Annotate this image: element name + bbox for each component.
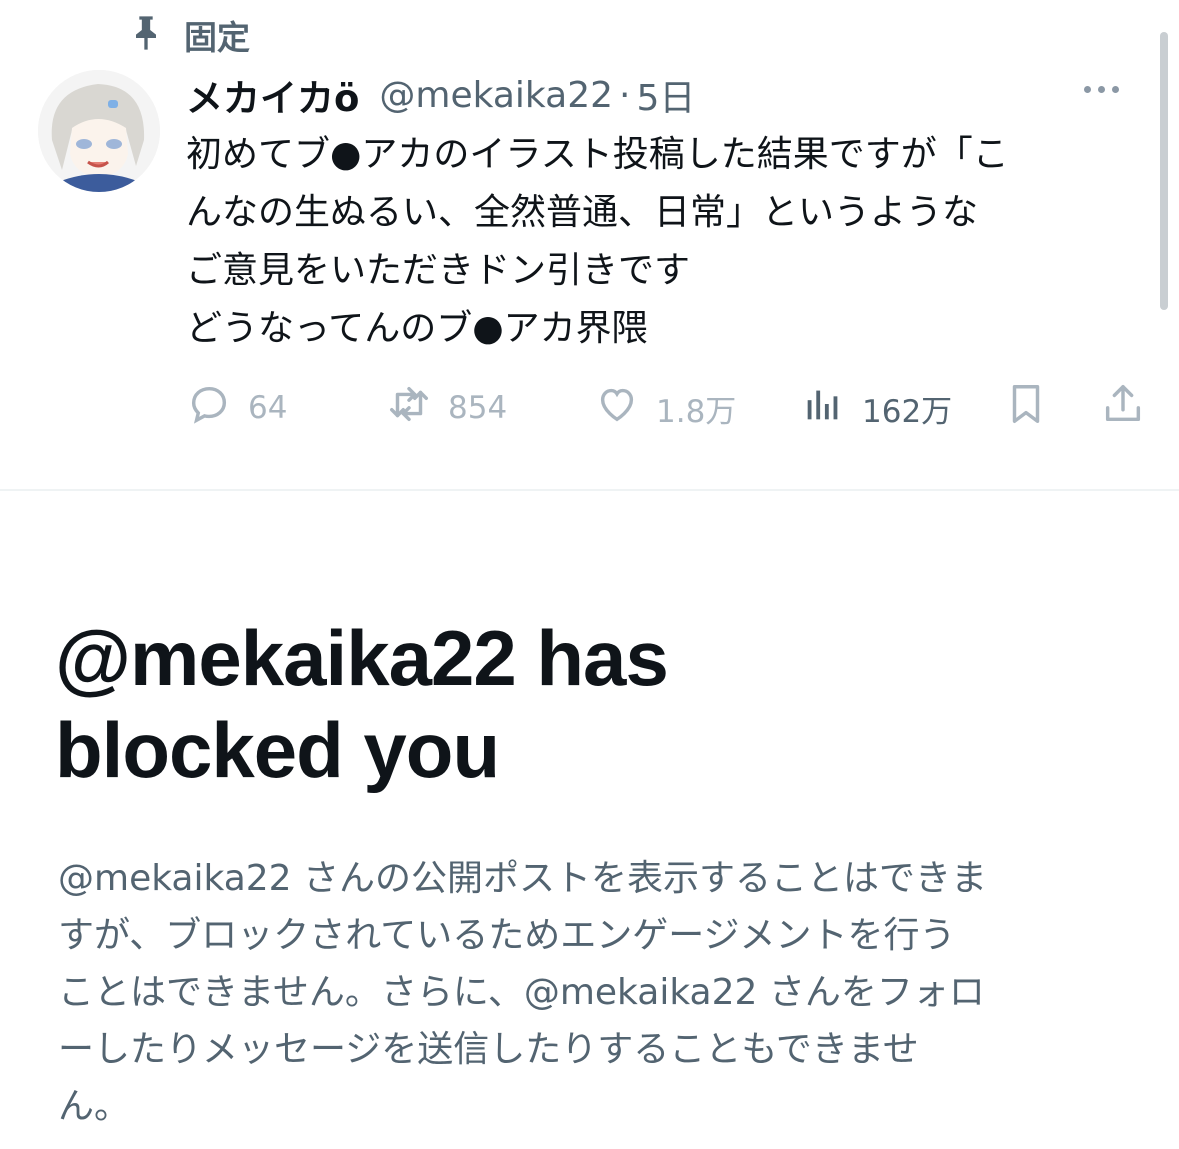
block-desc-line: すが、ブロックされているためエンゲージメントを行う <box>58 915 956 956</box>
views-button[interactable]: 162万 <box>800 380 952 436</box>
tweet-text-line: どうなってんのブ●アカ界隈 <box>186 308 648 349</box>
pin-icon <box>126 13 166 57</box>
block-desc-line: ーしたりメッセージを送信したりすることもできませ <box>58 1029 919 1070</box>
block-notice-title: @mekaika22 has blocked you <box>55 612 1055 796</box>
more-options-icon[interactable] <box>1084 86 1119 93</box>
like-count: 1.8万 <box>656 393 737 430</box>
pinned-label: 固定 <box>184 18 250 57</box>
block-desc-line: @mekaika22 さんの公開ポストを表示することはできま <box>58 858 988 899</box>
tweet-text-line: ご意見をいただきドン引きです <box>186 250 691 291</box>
block-title-line: blocked you <box>55 706 500 794</box>
scrollbar[interactable] <box>1160 32 1168 310</box>
pinned-indicator: 固定 <box>126 10 250 60</box>
reply-count: 64 <box>248 390 288 426</box>
tweet-text-line: 初めてブ●アカのイラスト投稿した結果ですが「こ <box>186 134 1009 175</box>
repost-icon <box>386 381 432 435</box>
repost-button[interactable]: 854 <box>386 380 507 436</box>
tweet-text-line: んなの生ぬるい、全然普通、日常」というような <box>186 192 979 233</box>
heart-icon <box>594 381 640 435</box>
tweet-actions: 64 854 1.8万 162万 <box>186 380 1148 436</box>
tweet-text: 初めてブ●アカのイラスト投稿した結果ですが「こ んなの生ぬるい、全然普通、日常」… <box>186 126 1161 358</box>
views-icon <box>800 381 846 435</box>
share-icon <box>1100 381 1146 435</box>
repost-count: 854 <box>448 390 508 426</box>
tweet-header: メカイカö @mekaika22 · 5日 <box>186 70 1139 120</box>
reply-icon <box>186 381 232 435</box>
block-desc-line: ことはできません。さらに、@mekaika22 さんをフォロ <box>58 972 985 1013</box>
views-count: 162万 <box>862 393 953 430</box>
bookmark-icon <box>1003 381 1049 435</box>
block-notice-description: @mekaika22 さんの公開ポストを表示することはできま すが、ブロックされ… <box>58 850 1138 1135</box>
bookmark-button[interactable] <box>1003 380 1049 436</box>
divider <box>0 489 1179 491</box>
block-desc-line: ん。 <box>58 1086 131 1127</box>
avatar[interactable] <box>38 70 160 192</box>
like-button[interactable]: 1.8万 <box>594 380 736 436</box>
block-title-line: @mekaika22 has <box>55 614 669 702</box>
share-button[interactable] <box>1100 380 1146 436</box>
display-name[interactable]: メカイカö <box>186 68 359 122</box>
separator: · <box>619 74 631 116</box>
user-handle[interactable]: @mekaika22 <box>379 75 613 116</box>
tweet-time[interactable]: 5日 <box>636 69 695 121</box>
reply-button[interactable]: 64 <box>186 380 287 436</box>
